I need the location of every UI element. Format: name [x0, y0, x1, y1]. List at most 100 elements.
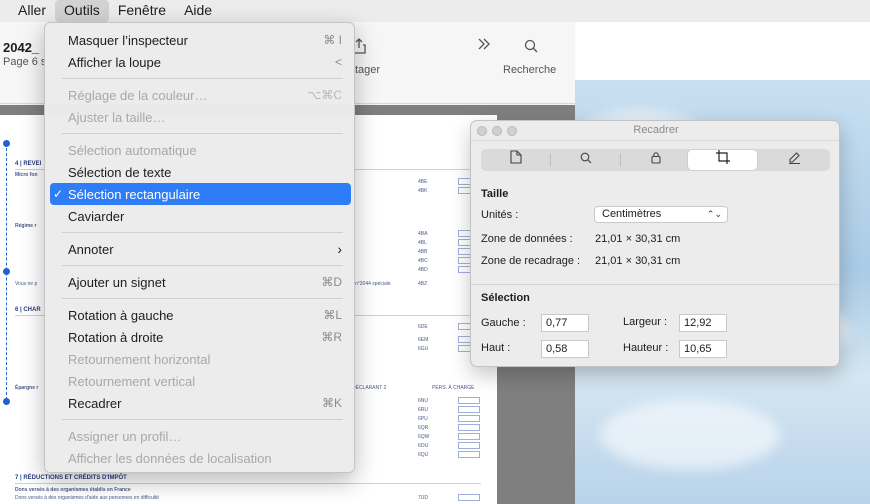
page-code: 6QW: [418, 434, 430, 440]
menubar: Aller Outils Fenêtre Aide: [0, 0, 870, 22]
height-field[interactable]: 10,65: [679, 340, 727, 358]
menu-item-label: Ajouter un signet: [68, 275, 166, 290]
menu-item-shortcut: ⌥⌘C: [307, 88, 343, 102]
page-code: 4BL: [418, 240, 427, 246]
search-icon[interactable]: [524, 39, 538, 58]
data-zone-value: 21,01 × 30,31 cm: [595, 233, 681, 245]
top-field[interactable]: 0,58: [541, 340, 589, 358]
crop-zone-label: Zone de recadrage :: [481, 255, 581, 267]
menu-item-label: Réglage de la couleur…: [68, 88, 208, 103]
data-zone-label: Zone de données :: [481, 233, 573, 245]
menu-item-hide-inspector[interactable]: Masquer l’inspecteur ⌘ I: [50, 29, 351, 51]
menu-outils[interactable]: Outils: [55, 0, 109, 22]
crop-icon: [715, 150, 730, 167]
document-subtitle: Page 6 s: [3, 56, 47, 68]
selection-heading: Sélection: [481, 292, 530, 304]
selection-handle-bottom[interactable]: [3, 398, 10, 405]
page-field: [458, 494, 480, 501]
menu-separator: [62, 419, 343, 420]
page-text-epargne: Épargne r: [15, 385, 39, 391]
page-field: [458, 397, 480, 404]
tab-annotate[interactable]: [760, 150, 829, 170]
units-label: Unités :: [481, 209, 519, 221]
menu-item-label: Sélection de texte: [68, 165, 172, 180]
menu-item-label: Rotation à gauche: [68, 308, 174, 323]
document-icon: [509, 150, 522, 167]
page-field: [458, 424, 480, 431]
menu-item-rotate-left[interactable]: Rotation à gauche ⌘L: [50, 304, 351, 326]
menu-item-show-location[interactable]: Afficher les données de localisation: [50, 447, 351, 469]
menu-aller[interactable]: Aller: [0, 0, 55, 22]
menu-item-shortcut: ⌘D: [321, 275, 342, 289]
menu-item-flip-horizontal[interactable]: Retournement horizontal: [50, 348, 351, 370]
menu-item-crop[interactable]: Recadrer ⌘K: [50, 392, 351, 414]
page-code: 6DE: [418, 324, 428, 330]
menu-item-label: Retournement horizontal: [68, 352, 211, 367]
menu-item-label: Assigner un profil…: [68, 429, 182, 444]
chevrons-right-icon[interactable]: [477, 37, 491, 56]
page-code: 6NU: [418, 398, 429, 404]
page-code: 4BB: [418, 249, 428, 255]
left-field[interactable]: 0,77: [541, 314, 589, 332]
page-heading-6: 6 | CHAR: [15, 307, 41, 313]
crop-zone-value: 21,01 × 30,31 cm: [595, 255, 681, 267]
menu-item-label: Masquer l’inspecteur: [68, 33, 188, 48]
panel-title: Recadrer: [633, 124, 679, 136]
search-button-label[interactable]: Recherche: [503, 64, 556, 76]
width-field[interactable]: 12,92: [679, 314, 727, 332]
tab-lock[interactable]: [621, 150, 690, 170]
menu-item-label: Ajuster la taille…: [68, 110, 166, 125]
page-code: 6PU: [418, 416, 428, 422]
checkmark-icon: ✓: [53, 187, 64, 201]
menu-item-auto-selection[interactable]: Sélection automatique: [50, 139, 351, 161]
menu-aide[interactable]: Aide: [175, 0, 221, 22]
page-text-pers: PERS. À CHARGE: [432, 385, 475, 391]
menu-item-show-loupe[interactable]: Afficher la loupe <: [50, 51, 351, 73]
menu-item-adjust-color[interactable]: Réglage de la couleur… ⌥⌘C: [50, 84, 351, 106]
selection-handle-top[interactable]: [3, 140, 10, 147]
menu-item-rotate-right[interactable]: Rotation à droite ⌘R: [50, 326, 351, 348]
page-field: [458, 451, 480, 458]
lock-icon: [650, 152, 661, 167]
page-field: [458, 442, 480, 449]
menu-item-add-bookmark[interactable]: Ajouter un signet ⌘D: [50, 271, 351, 293]
menu-item-shortcut: ⌘L: [323, 308, 342, 322]
page-text-dons-1: Dons versés à des organismes établis en …: [15, 487, 131, 493]
units-value: Centimètres: [602, 208, 662, 220]
page-field: [458, 415, 480, 422]
page-code: 6QU: [418, 452, 429, 458]
menu-item-label: Caviarder: [68, 209, 125, 224]
page-code: 6EM: [418, 337, 429, 343]
page-code: 4BE: [418, 179, 428, 185]
tab-document[interactable]: [481, 150, 550, 170]
tab-search[interactable]: [551, 150, 620, 170]
menu-fenetre[interactable]: Fenêtre: [109, 0, 175, 22]
outils-menu: Masquer l’inspecteur ⌘ I Afficher la lou…: [44, 22, 355, 473]
document-title: 2042_: [3, 40, 40, 55]
menu-item-text-selection[interactable]: Sélection de texte: [50, 161, 351, 183]
page-code: 6RU: [418, 407, 429, 413]
page-code: 4BZ: [418, 281, 428, 287]
page-heading-4: 4 | REVEI: [15, 161, 42, 167]
menu-item-label: Sélection rectangulaire: [68, 187, 201, 202]
menu-item-label: Annoter: [68, 242, 114, 257]
menu-item-annotate[interactable]: Annoter ›: [50, 238, 351, 260]
width-label: Largeur :: [623, 316, 668, 328]
menu-item-rect-selection[interactable]: ✓ Sélection rectangulaire: [50, 183, 351, 205]
selection-handle-middle[interactable]: [3, 268, 10, 275]
tab-crop[interactable]: [688, 150, 757, 170]
menu-item-redact[interactable]: Caviarder: [50, 205, 351, 227]
menu-item-assign-profile[interactable]: Assigner un profil…: [50, 425, 351, 447]
menu-item-flip-vertical[interactable]: Retournement vertical: [50, 370, 351, 392]
chevron-updown-icon: ⌃⌄: [706, 209, 722, 219]
menu-separator: [62, 78, 343, 79]
menu-item-adjust-size[interactable]: Ajuster la taille…: [50, 106, 351, 128]
page-code: 4BA: [418, 231, 428, 237]
menu-item-shortcut: ⌘K: [321, 396, 342, 410]
menu-separator: [62, 265, 343, 266]
menu-item-label: Retournement vertical: [68, 374, 196, 389]
menu-item-shortcut: ⌘ I: [323, 33, 342, 47]
page-field: [458, 406, 480, 413]
share-button-label[interactable]: tager: [355, 64, 380, 76]
units-select[interactable]: Centimètres ⌃⌄: [594, 206, 728, 223]
